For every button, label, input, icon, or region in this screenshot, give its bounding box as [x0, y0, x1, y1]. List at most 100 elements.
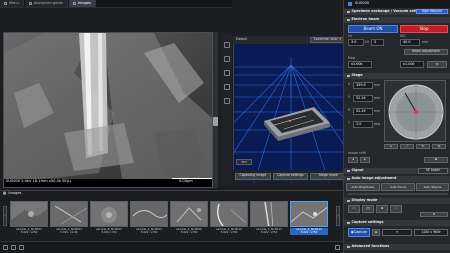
thumbnail-image [211, 202, 247, 226]
capturing-image-button[interactable]: Capturing image [235, 172, 271, 180]
single-view-icon: ▭ [352, 206, 356, 211]
magnification-secondary-input[interactable]: x1.00k [400, 61, 424, 68]
capture-resolution-select[interactable]: 1280 x 960 ▾ [414, 229, 448, 236]
wd-label: WD [400, 34, 406, 38]
speed-icon: ⇆ [435, 61, 439, 66]
measure-tool-icon[interactable] [224, 84, 230, 90]
image-thumbnail[interactable] [250, 201, 288, 227]
display-options-button[interactable]: ⚙ [420, 212, 448, 217]
dual-view-icon: ▯▯ [366, 206, 370, 211]
stop-button[interactable]: Stop [400, 25, 448, 33]
section-auto-adjust[interactable]: Auto image adjustment [344, 176, 450, 182]
display-single-button[interactable]: ▭ [348, 205, 360, 213]
image-thumbnail[interactable] [130, 201, 168, 227]
x-input[interactable]: 339.9 [353, 82, 373, 89]
x-unit: mm [374, 83, 381, 87]
chevron-left-icon: ‹ [4, 213, 6, 218]
view-select-value: Specimen stub [313, 37, 338, 42]
beam-adjustment-button[interactable]: Beam adjustment [404, 49, 448, 55]
display-dual-button[interactable]: ▯▯ [362, 205, 374, 213]
chevron-right-icon: › [337, 213, 339, 218]
stage-button-2[interactable]: ⤢ [400, 144, 414, 149]
scroll-right-button[interactable]: › [336, 206, 340, 226]
beam-on-button[interactable]: Beam ON [348, 25, 398, 33]
pointer-tool-icon[interactable] [224, 42, 230, 48]
thumbnail-image [91, 202, 127, 226]
thumbnail-image [171, 202, 207, 226]
thumbnail-image [291, 202, 327, 226]
section-advanced-functions[interactable]: Advanced functions [344, 244, 450, 250]
section-electron-beam[interactable]: Electron beam [344, 17, 450, 23]
tab-advanced-guide[interactable]: Advanced guide [24, 0, 68, 7]
capture-button[interactable]: ◉ Capture [348, 228, 370, 237]
images-icon: ▦ [3, 191, 7, 195]
stage-detail-button[interactable]: ⊞ [424, 157, 448, 163]
image-thumbnail[interactable] [10, 201, 48, 227]
capture-settings-button[interactable]: Capture settings [272, 172, 309, 180]
stage-button-3[interactable]: ↻ [416, 144, 430, 149]
display-full-button[interactable]: ⛶ [390, 205, 402, 213]
auto-brightness-button[interactable]: Auto Brightness [346, 183, 380, 191]
r-input[interactable]: 52.24 [353, 108, 373, 115]
thumbnail-image [251, 202, 287, 226]
quad-view-icon: ⊞ [380, 206, 384, 211]
auto-stigma-button[interactable]: Auto Stigma [416, 183, 449, 191]
focus-slider[interactable] [212, 32, 218, 188]
image-thumbnail[interactable] [210, 201, 248, 227]
accel-voltage-input[interactable]: 3.0 [348, 39, 364, 46]
thumbnail-caption: sample_A_No0006 5.0kV, x700 [176, 228, 202, 235]
brightness-slider[interactable] [348, 193, 448, 195]
view-mode-select[interactable]: 3D ▾ [236, 159, 252, 165]
section-icon [347, 10, 350, 14]
scan-speed-select[interactable]: ▾ [382, 229, 412, 236]
home-view-icon[interactable] [224, 98, 230, 104]
sem-image-view[interactable]: SU5000 5.0kV 18.1mm x50.0k SE(L) 5.00µm [3, 32, 217, 188]
image-thumbnail[interactable] [90, 201, 128, 227]
scroll-left-button[interactable]: ‹ [3, 206, 7, 226]
fullscreen-icon: ⛶ [394, 206, 398, 211]
x-label: X [348, 82, 351, 86]
mag-label: Mag [348, 56, 355, 60]
image-shift-right-button[interactable]: ▸ [360, 157, 370, 163]
section-display-mode[interactable]: Display mode [344, 198, 450, 204]
stage-move-button[interactable]: Stage move [310, 172, 347, 180]
image-thumbnail[interactable] [50, 201, 88, 227]
stage-button-1[interactable]: ⌂ [384, 144, 398, 149]
image-thumbnail-selected[interactable] [290, 201, 328, 227]
r-unit: mm [374, 109, 381, 113]
magnification-input[interactable]: x1.00k [348, 61, 372, 68]
spot-intensity-input[interactable]: 3 [371, 39, 384, 46]
section-capture[interactable]: Capture settings [344, 220, 450, 226]
stage-tilt-icon: ⤢ [405, 143, 409, 148]
pan-tool-icon[interactable] [224, 70, 230, 76]
stage-navigator[interactable] [384, 80, 446, 142]
grid-view-icon[interactable] [3, 245, 8, 250]
section-stage[interactable]: Stage [344, 73, 450, 79]
working-distance-input[interactable]: 40.0 [400, 39, 420, 46]
section-icon [347, 169, 350, 173]
image-shift-left-button[interactable]: ◂ [348, 157, 358, 163]
image-thumbnail[interactable] [170, 201, 208, 227]
stage-rotate-icon: ↻ [421, 143, 425, 148]
focus-slider-thumb[interactable] [213, 117, 218, 126]
detail-title: Detail [236, 37, 247, 42]
list-view-icon[interactable] [11, 245, 16, 250]
delete-icon[interactable] [335, 245, 340, 250]
y-input[interactable]: 52.24 [353, 95, 373, 102]
tab-images[interactable]: Images [68, 0, 96, 7]
stage-button-4[interactable]: ◎ [432, 144, 446, 149]
filter-icon[interactable] [19, 245, 24, 250]
high-vacuum-badge[interactable]: High Vacuum [416, 9, 448, 14]
section-icon [347, 245, 350, 249]
signal-select[interactable]: SE Lower [418, 168, 448, 174]
auto-focus-button[interactable]: Auto Focus [381, 183, 415, 191]
display-quad-button[interactable]: ⊞ [376, 205, 388, 213]
chevron-down-icon: ▾ [439, 229, 441, 234]
view-select[interactable]: Specimen stub ▾ [309, 37, 345, 43]
capture-mode-icon: ▤ [374, 229, 378, 234]
rotate-tool-icon[interactable] [224, 56, 230, 62]
speed-mag-button[interactable]: ⇆ [427, 61, 447, 68]
tab-menu[interactable]: Menu [0, 0, 24, 7]
t-input[interactable]: 2.0 [353, 121, 373, 128]
capture-mode-button[interactable]: ▤ [372, 229, 380, 236]
